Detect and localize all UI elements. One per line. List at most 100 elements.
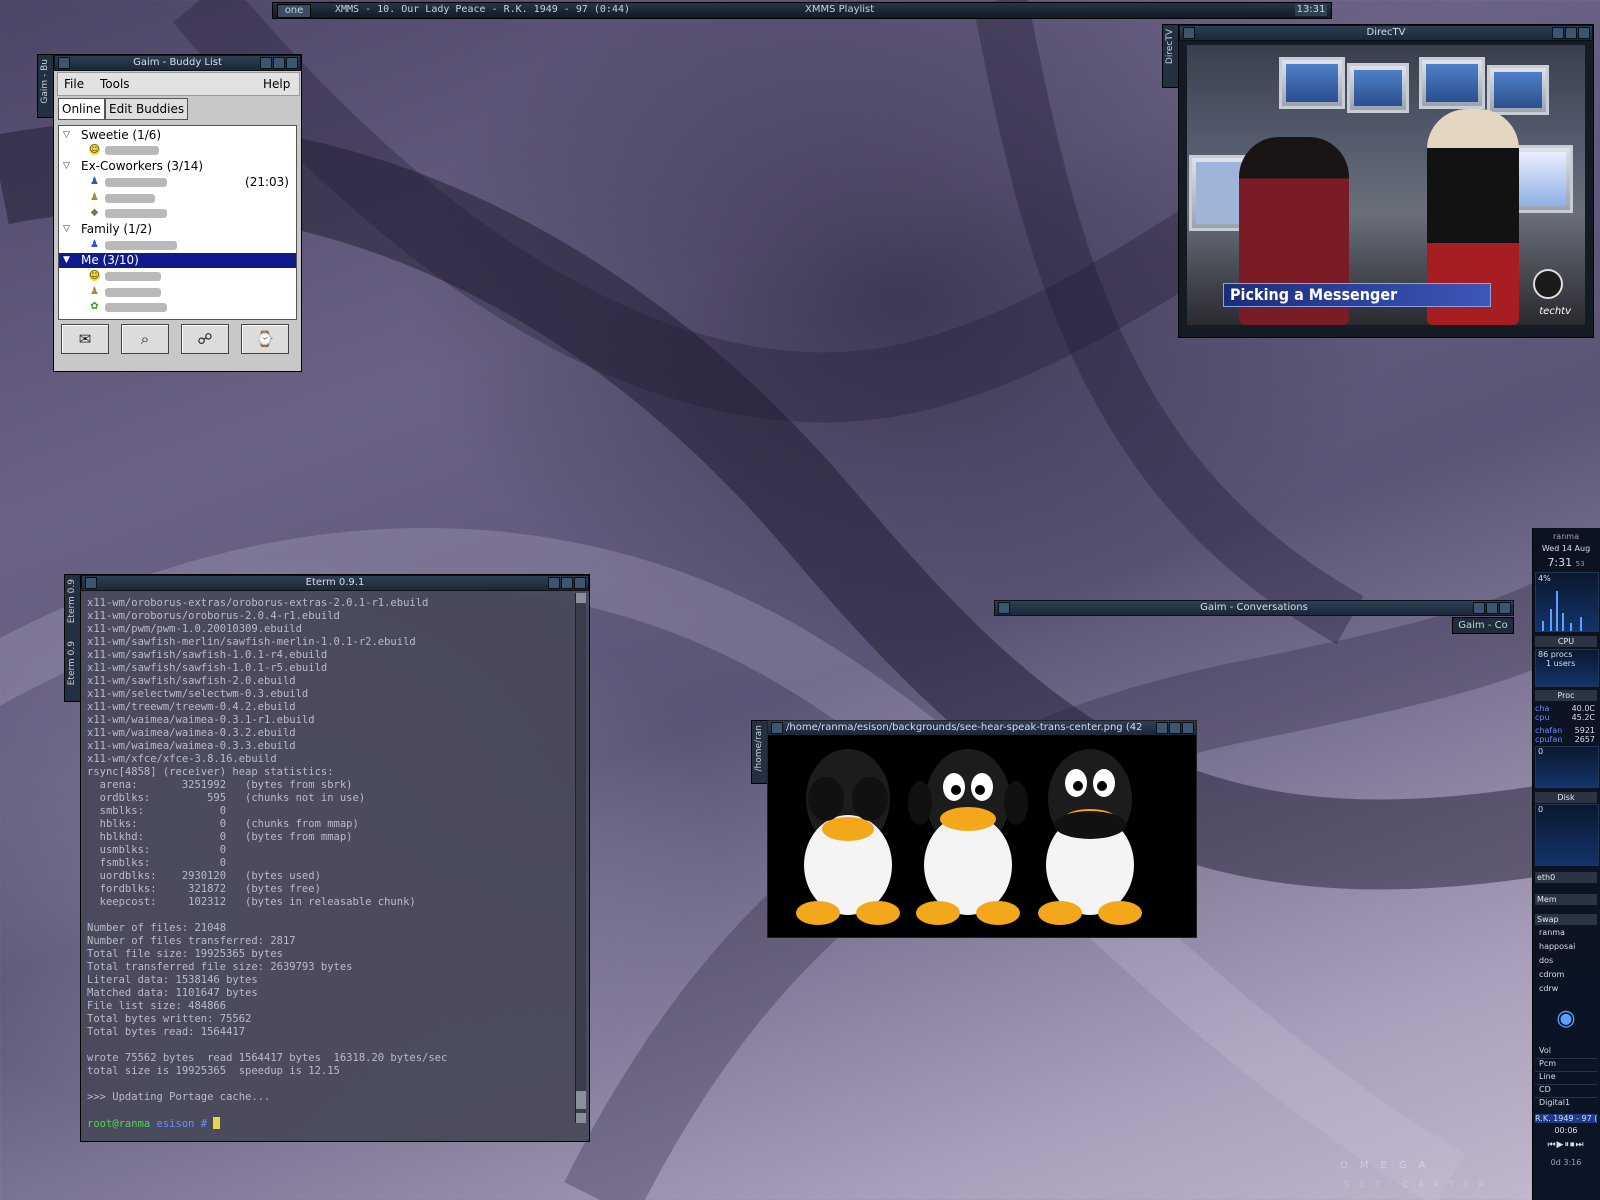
conversations-titlebar[interactable]: Gaim - Conversations bbox=[994, 600, 1514, 616]
close-icon[interactable] bbox=[1578, 27, 1590, 39]
blurred-name bbox=[105, 272, 161, 281]
net-header[interactable]: eth0 bbox=[1535, 872, 1597, 883]
mixer-row[interactable]: Vol bbox=[1535, 1046, 1597, 1059]
mount-row[interactable]: dos bbox=[1535, 956, 1597, 970]
minimize-icon[interactable] bbox=[260, 57, 272, 69]
mount-row[interactable]: happosai bbox=[1535, 942, 1597, 956]
terminal-output[interactable]: x11-wm/oroborus-extras/oroborus-extras-2… bbox=[87, 597, 557, 1130]
scroll-up-icon[interactable] bbox=[576, 593, 586, 603]
cpu-spark bbox=[1562, 613, 1564, 631]
expander-icon[interactable]: ▽ bbox=[63, 222, 70, 237]
eterm-side-tab-label[interactable]: Eterm 0.9 bbox=[67, 641, 77, 685]
cpu-spark bbox=[1580, 617, 1582, 631]
expander-icon[interactable]: ▽ bbox=[63, 128, 70, 143]
workspace-label[interactable]: one bbox=[277, 4, 311, 18]
mixer-row[interactable]: Line bbox=[1535, 1072, 1597, 1085]
tab-online[interactable]: Online bbox=[58, 98, 105, 120]
directv-titlebar[interactable]: DirecTV bbox=[1179, 25, 1593, 41]
group-row[interactable]: ▽ Sweetie (1/6) bbox=[59, 128, 296, 143]
sensor-value: 5921 bbox=[1574, 726, 1595, 735]
close-icon[interactable] bbox=[574, 577, 586, 589]
player-controls[interactable]: ⏮▶⏸⏹⏭ bbox=[1535, 1140, 1597, 1150]
buddy-row[interactable]: ♟ bbox=[89, 238, 289, 252]
directv-side-tab[interactable]: DirecTV bbox=[1162, 24, 1179, 88]
viewer-side-tab[interactable]: /home/ran bbox=[751, 720, 768, 784]
minimize-icon[interactable] bbox=[1156, 722, 1168, 734]
eterm-window: Eterm 0.9.1 x11-wm/oroborus-extras/orobo… bbox=[80, 574, 590, 1142]
smiley-icon: ☺ bbox=[89, 144, 100, 155]
terminal-line: total size is 19925365 speedup is 12.15 bbox=[87, 1065, 340, 1077]
viewer-side-tab-label: /home/ran bbox=[754, 725, 764, 772]
close-icon[interactable] bbox=[1182, 722, 1194, 734]
cpu-spark bbox=[1542, 621, 1544, 631]
eterm-side-tabs[interactable]: Eterm 0.9 Eterm 0.9 bbox=[64, 574, 81, 702]
menu-file[interactable]: File bbox=[64, 77, 84, 91]
menu-tools[interactable]: Tools bbox=[100, 77, 130, 91]
minimize-icon[interactable] bbox=[1552, 27, 1564, 39]
eterm-side-tab-label[interactable]: Eterm 0.9 bbox=[67, 579, 77, 623]
maximize-icon[interactable] bbox=[1486, 602, 1498, 614]
away-button[interactable]: ⌚ bbox=[241, 324, 289, 354]
mixer-row[interactable]: CD bbox=[1535, 1085, 1597, 1098]
minimize-icon[interactable] bbox=[548, 577, 560, 589]
xmms-bar[interactable]: one XMMS - 10. Our Lady Peace - R.K. 194… bbox=[272, 2, 1332, 19]
mount-row[interactable]: cdrw bbox=[1535, 984, 1597, 998]
window-menu-icon[interactable] bbox=[85, 577, 97, 589]
diamond-icon: ◆ bbox=[90, 207, 99, 218]
mixer-row[interactable]: Digital1 bbox=[1535, 1098, 1597, 1110]
sensor-name: cpufan bbox=[1535, 735, 1563, 744]
minimize-icon[interactable] bbox=[1473, 602, 1485, 614]
close-icon[interactable] bbox=[286, 57, 298, 69]
window-menu-icon[interactable] bbox=[1183, 27, 1195, 39]
buddy-row[interactable]: ♟ bbox=[89, 285, 289, 299]
terminal-prompt[interactable]: root@ranma esison # bbox=[87, 1117, 557, 1131]
buddy-row[interactable]: ☺ bbox=[89, 269, 289, 283]
maximize-icon[interactable] bbox=[1565, 27, 1577, 39]
buddy-row[interactable]: ◆ bbox=[89, 206, 289, 220]
buddy-row[interactable]: ☺ bbox=[89, 143, 289, 157]
terminal-line: Number of files transferred: 2817 bbox=[87, 935, 296, 947]
buddy-tree[interactable]: ▽ Sweetie (1/6) ☺ ▽ Ex-Coworkers (3/14) ♟ (… bbox=[58, 125, 297, 320]
window-menu-icon[interactable] bbox=[998, 602, 1010, 614]
video-frame[interactable]: Picking a Messenger techtv bbox=[1187, 45, 1585, 325]
playlist-label[interactable]: XMMS Playlist bbox=[805, 4, 874, 16]
window-menu-icon[interactable] bbox=[771, 722, 783, 734]
menu-help[interactable]: Help bbox=[263, 77, 290, 91]
buddy-row[interactable]: ✿ bbox=[89, 300, 289, 314]
im-button[interactable]: ✉ bbox=[61, 324, 109, 354]
terminal-line: usmblks: 0 bbox=[87, 844, 227, 856]
chat-button[interactable]: ☍ bbox=[181, 324, 229, 354]
maximize-icon[interactable] bbox=[1169, 722, 1181, 734]
gaim-side-tab[interactable]: Gaim - Bu bbox=[37, 54, 54, 118]
group-row[interactable]: ▽ Family (1/2) bbox=[59, 222, 296, 237]
mixer-row[interactable]: Pcm bbox=[1535, 1059, 1597, 1072]
directv-side-tab-label: DirecTV bbox=[1165, 29, 1175, 65]
user-count: 1 users bbox=[1546, 659, 1576, 668]
buddy-row[interactable]: ♟ (21:03) bbox=[89, 175, 289, 189]
group-label: Ex-Coworkers (3/14) bbox=[81, 159, 204, 173]
buddy-list-titlebar[interactable]: Gaim - Buddy List bbox=[54, 55, 301, 71]
conversations-tab[interactable]: Gaim - Co bbox=[1452, 617, 1514, 634]
window-menu-icon[interactable] bbox=[58, 57, 70, 69]
maximize-icon[interactable] bbox=[561, 577, 573, 589]
scroll-down-icon[interactable] bbox=[576, 1113, 586, 1123]
eterm-titlebar[interactable]: Eterm 0.9.1 bbox=[81, 575, 589, 591]
close-icon[interactable] bbox=[1499, 602, 1511, 614]
maximize-icon[interactable] bbox=[273, 57, 285, 69]
terminal-scrollbar[interactable] bbox=[575, 593, 586, 1123]
group-row-selected[interactable]: ▼ Me (3/10) bbox=[59, 253, 296, 268]
now-playing-label[interactable]: XMMS - 10. Our Lady Peace - R.K. 1949 - … bbox=[335, 4, 630, 16]
away-icon: ⌚ bbox=[255, 330, 275, 348]
mount-row[interactable]: ranma bbox=[1535, 928, 1597, 942]
mount-row[interactable]: cdrom bbox=[1535, 970, 1597, 984]
image-viewer-titlebar[interactable]: /home/ranma/esison/backgrounds/see-hear-… bbox=[768, 721, 1196, 735]
tab-edit-buddies[interactable]: Edit Buddies bbox=[105, 98, 189, 120]
terminal-line: hblks: 0 (chunks from mmap) bbox=[87, 818, 359, 830]
scroll-thumb[interactable] bbox=[576, 1091, 586, 1109]
expander-icon[interactable]: ▼ bbox=[63, 253, 70, 268]
group-row[interactable]: ▽ Ex-Coworkers (3/14) bbox=[59, 159, 296, 174]
info-button[interactable]: ⌕ bbox=[121, 324, 169, 354]
cpu-header: CPU bbox=[1535, 636, 1597, 647]
buddy-row[interactable]: ♟ bbox=[89, 191, 289, 205]
expander-icon[interactable]: ▽ bbox=[63, 159, 70, 174]
